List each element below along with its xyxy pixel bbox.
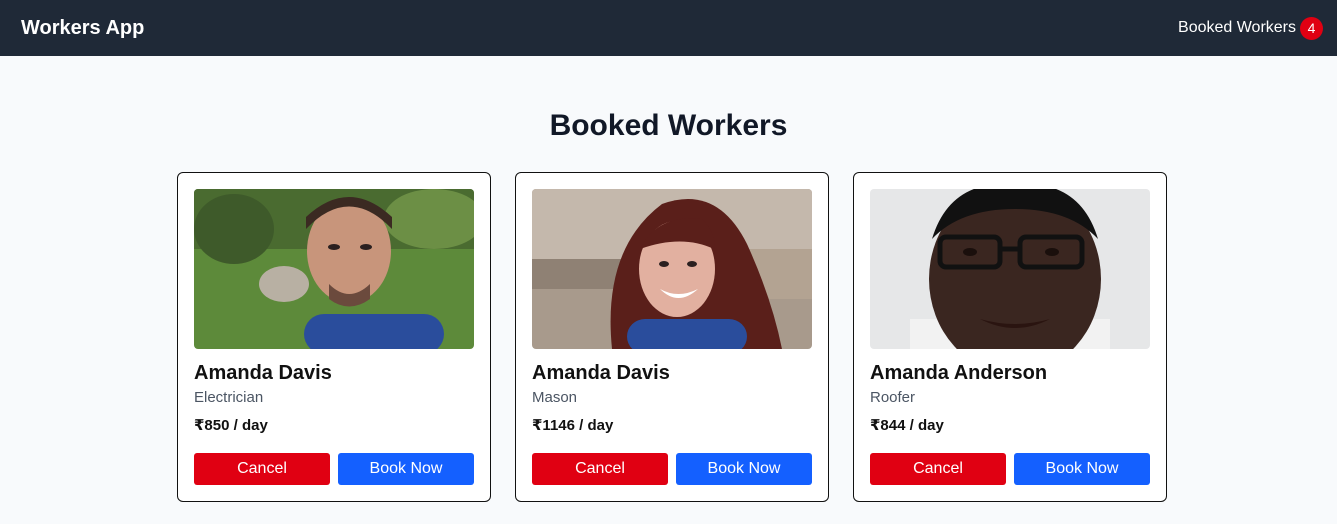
card-actions: Cancel Book Now — [194, 453, 474, 485]
worker-card: Amanda Davis Mason ₹1146 / day Cancel Bo… — [515, 172, 829, 502]
book-now-button[interactable]: Book Now — [1014, 453, 1150, 485]
worker-name: Amanda Davis — [532, 362, 670, 384]
booked-count-badge: 4 — [1300, 16, 1323, 40]
book-now-button[interactable]: Book Now — [338, 453, 474, 485]
card-actions: Cancel Book Now — [532, 453, 812, 485]
worker-role: Electrician — [194, 389, 264, 406]
worker-name: Amanda Anderson — [870, 362, 1048, 384]
navbar: Workers App Booked Workers 4 — [0, 0, 1337, 56]
worker-photo — [870, 189, 1150, 349]
card-actions: Cancel Book Now — [870, 453, 1150, 485]
nav-right: Booked Workers 4 — [1178, 16, 1323, 40]
worker-price: ₹850 / day — [194, 417, 268, 434]
worker-card: Amanda Anderson Roofer ₹844 / day Cancel… — [853, 172, 1167, 502]
worker-price: ₹1146 / day — [532, 417, 614, 434]
worker-price: ₹844 / day — [870, 417, 944, 434]
cancel-button[interactable]: Cancel — [194, 453, 330, 485]
worker-card-list: Amanda Davis Electrician ₹850 / day Canc… — [177, 172, 1167, 502]
booked-workers-link[interactable]: Booked Workers — [1178, 19, 1296, 37]
worker-card: Amanda Davis Electrician ₹850 / day Canc… — [177, 172, 491, 502]
book-now-button[interactable]: Book Now — [676, 453, 812, 485]
worker-photo — [532, 189, 812, 349]
worker-photo — [194, 189, 474, 349]
worker-name: Amanda Davis — [194, 362, 332, 384]
worker-role: Roofer — [870, 389, 916, 406]
cancel-button[interactable]: Cancel — [532, 453, 668, 485]
cancel-button[interactable]: Cancel — [870, 453, 1006, 485]
page-title: Booked Workers — [549, 109, 788, 142]
worker-role: Mason — [532, 389, 578, 406]
brand-logo[interactable]: Workers App — [21, 17, 144, 40]
